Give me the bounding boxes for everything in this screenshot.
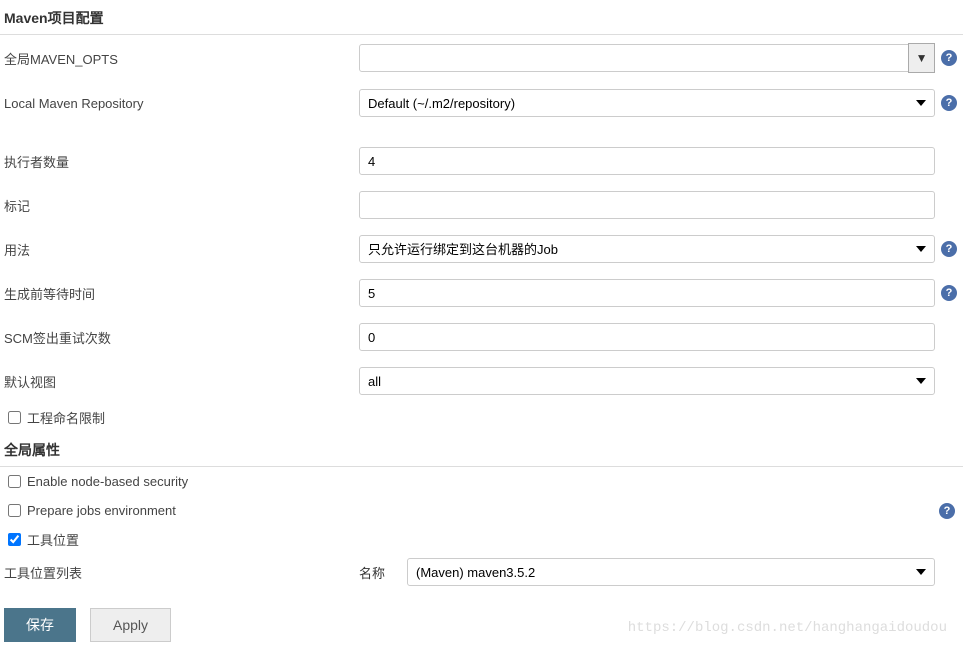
checkbox-prepare-env[interactable] xyxy=(8,504,21,517)
row-default-view: 默认视图 all xyxy=(0,359,963,403)
checkbox-node-security[interactable] xyxy=(8,475,21,488)
row-node-security: Enable node-based security xyxy=(0,467,963,496)
help-icon[interactable]: ? xyxy=(941,285,957,301)
row-scm-retry: SCM签出重试次数 xyxy=(0,315,963,359)
select-usage[interactable]: 只允许运行绑定到这台机器的Job xyxy=(359,235,935,263)
select-local-repo[interactable]: Default (~/.m2/repository) xyxy=(359,89,935,117)
label-tool-location-list: 工具位置列表 xyxy=(4,563,359,582)
label-naming-restriction: 工程命名限制 xyxy=(27,408,105,427)
maven-section-header: Maven项目配置 xyxy=(0,2,963,35)
help-icon[interactable]: ? xyxy=(941,241,957,257)
label-labels: 标记 xyxy=(4,196,359,215)
row-local-repo: Local Maven Repository Default (~/.m2/re… xyxy=(0,81,963,125)
row-naming-restriction: 工程命名限制 xyxy=(0,403,963,432)
row-tool-location: 工具位置 xyxy=(0,525,963,554)
row-usage: 用法 只允许运行绑定到这台机器的Job ? xyxy=(0,227,963,271)
label-usage: 用法 xyxy=(4,240,359,259)
input-executor-count[interactable] xyxy=(359,147,935,175)
select-default-view[interactable]: all xyxy=(359,367,935,395)
label-tool-name: 名称 xyxy=(359,563,407,582)
input-scm-retry[interactable] xyxy=(359,323,935,351)
label-node-security: Enable node-based security xyxy=(27,474,188,489)
label-tool-location: 工具位置 xyxy=(27,530,79,549)
apply-button[interactable]: Apply xyxy=(90,608,171,642)
checkbox-tool-location[interactable] xyxy=(8,533,21,546)
label-default-view: 默认视图 xyxy=(4,372,359,391)
select-tool-name[interactable]: (Maven) maven3.5.2 xyxy=(407,558,935,586)
label-local-repo: Local Maven Repository xyxy=(4,96,359,111)
row-prepare-env: Prepare jobs environment ? xyxy=(0,496,963,525)
row-labels: 标记 xyxy=(0,183,963,227)
global-section-header: 全局属性 xyxy=(0,434,963,467)
checkbox-naming-restriction[interactable] xyxy=(8,411,21,424)
button-bar: 保存 Apply xyxy=(0,594,963,656)
row-quiet-period: 生成前等待时间 ? xyxy=(0,271,963,315)
help-icon[interactable]: ? xyxy=(941,95,957,111)
save-button[interactable]: 保存 xyxy=(4,608,76,642)
row-global-maven-opts: 全局MAVEN_OPTS ▼ ? xyxy=(0,35,963,81)
label-global-maven-opts: 全局MAVEN_OPTS xyxy=(4,49,359,68)
help-icon[interactable]: ? xyxy=(941,50,957,66)
label-scm-retry: SCM签出重试次数 xyxy=(4,328,359,347)
input-labels[interactable] xyxy=(359,191,935,219)
label-executor-count: 执行者数量 xyxy=(4,152,359,171)
row-tool-location-list: 工具位置列表 名称 (Maven) maven3.5.2 xyxy=(0,554,963,594)
label-prepare-env: Prepare jobs environment xyxy=(27,503,176,518)
input-global-maven-opts[interactable] xyxy=(359,44,909,72)
help-icon[interactable]: ? xyxy=(939,503,955,519)
input-quiet-period[interactable] xyxy=(359,279,935,307)
dropdown-toggle-maven-opts[interactable]: ▼ xyxy=(908,43,935,73)
row-executor-count: 执行者数量 xyxy=(0,139,963,183)
label-quiet-period: 生成前等待时间 xyxy=(4,284,359,303)
